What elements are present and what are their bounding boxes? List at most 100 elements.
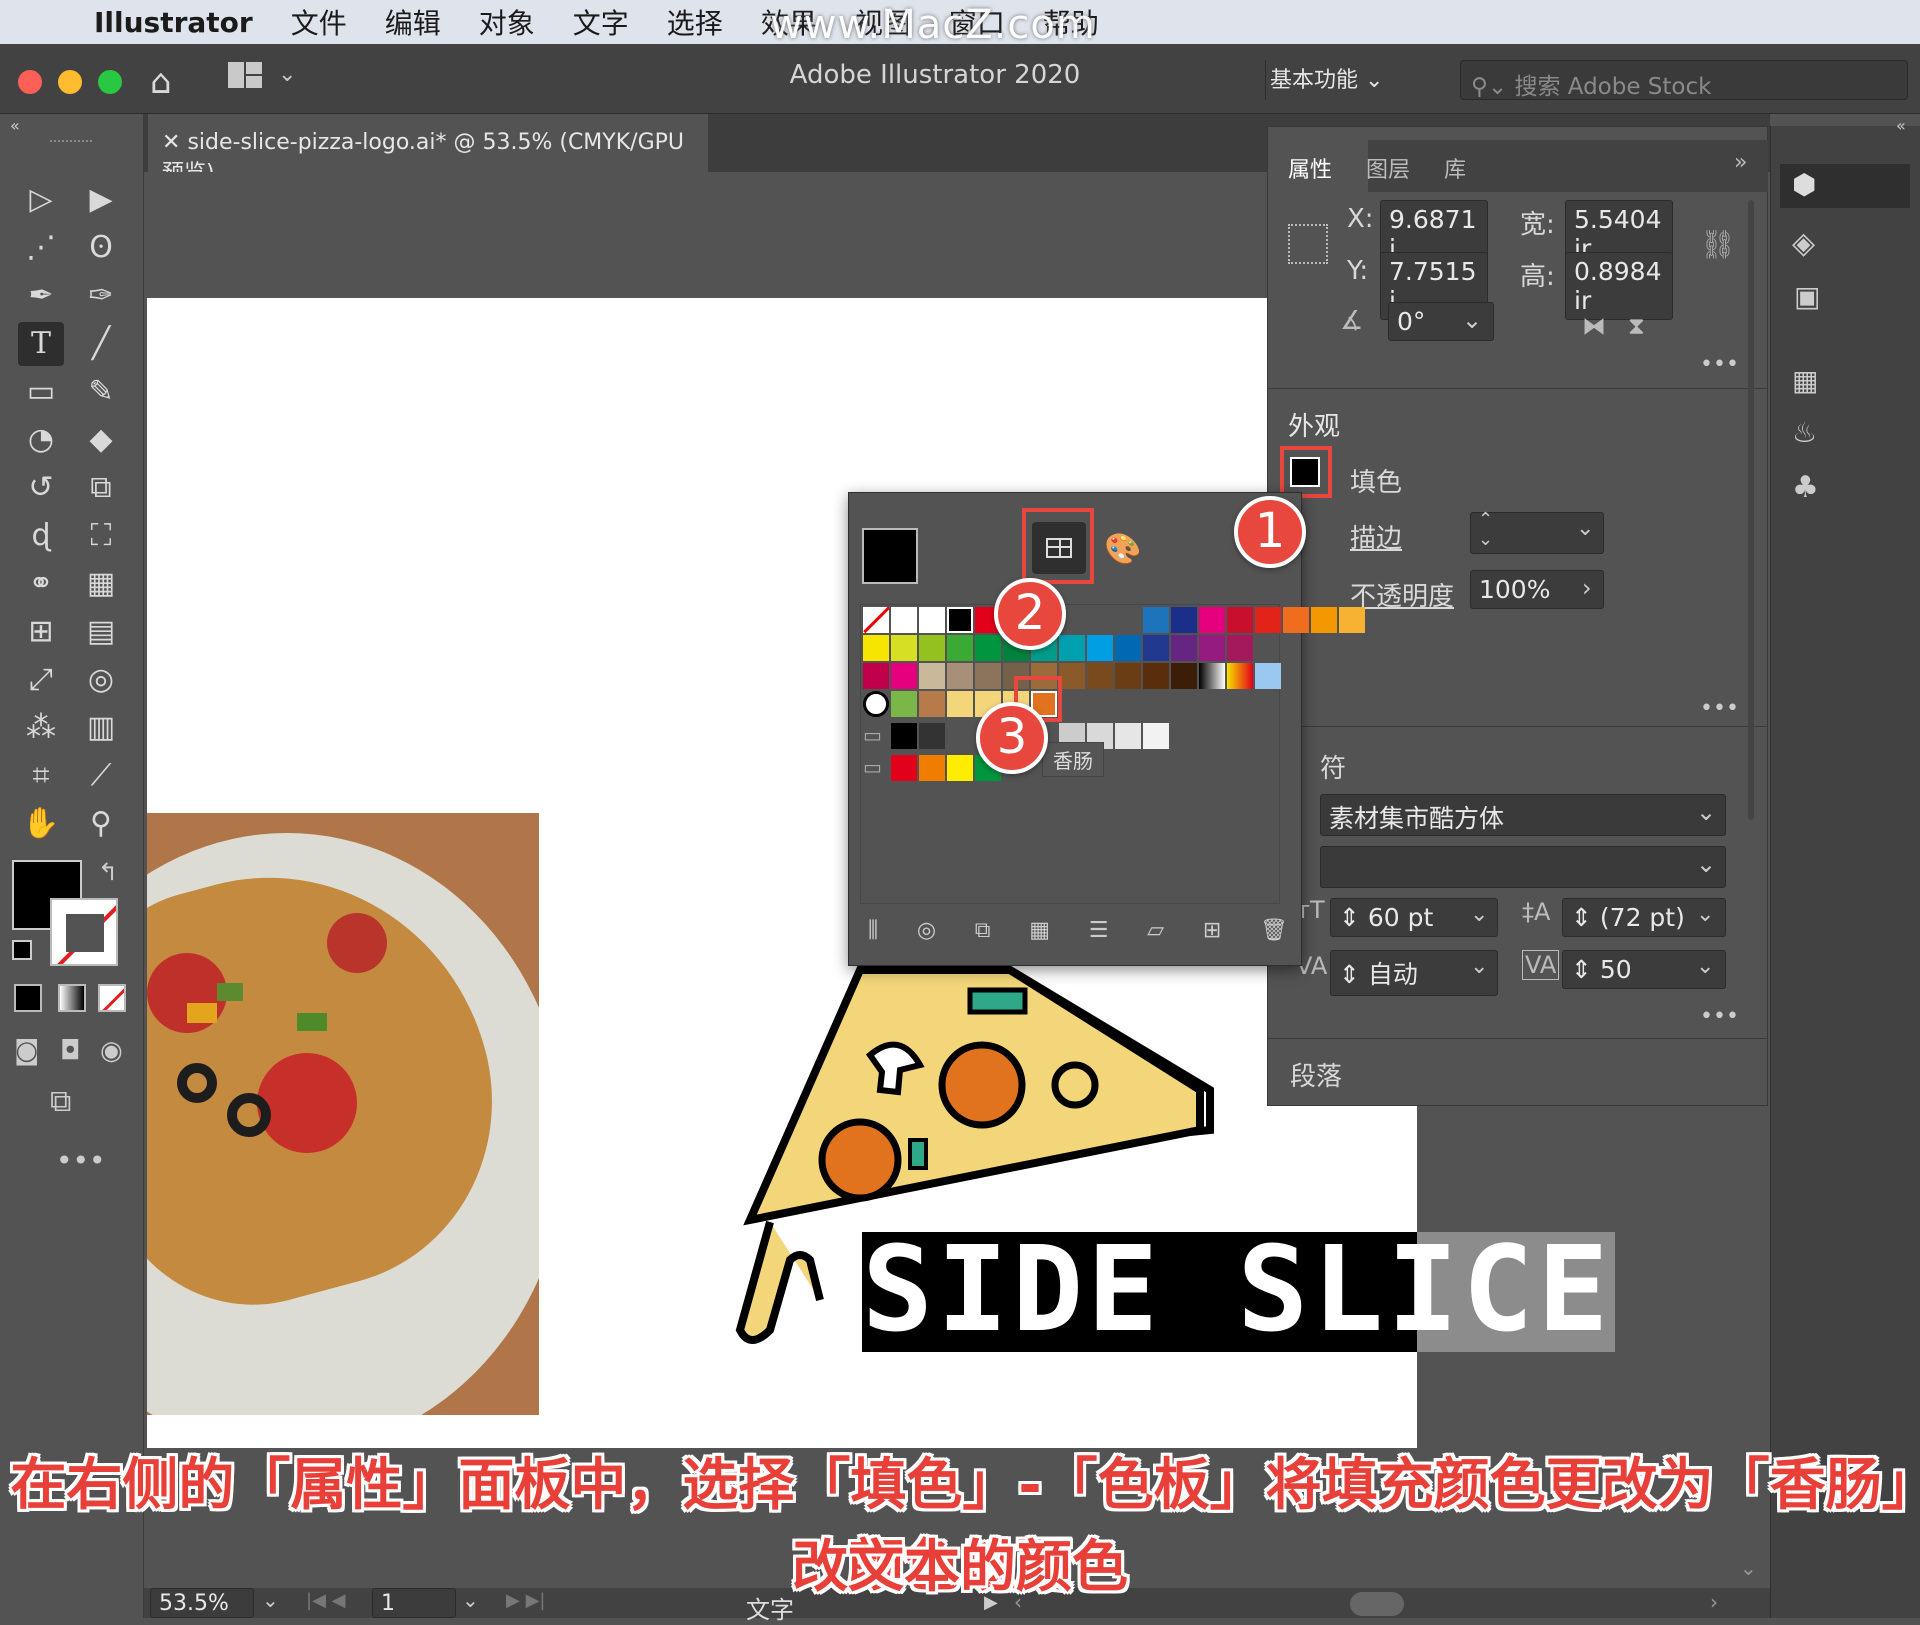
collapse-panel-icon[interactable]: « bbox=[10, 116, 20, 135]
height-input[interactable]: 0.8984 ir bbox=[1565, 252, 1673, 320]
eyedropper-tool-icon[interactable]: ⤢ bbox=[18, 658, 64, 702]
tab-properties[interactable]: 属性 bbox=[1288, 152, 1332, 184]
selection-tool-icon[interactable]: ▷ bbox=[18, 178, 64, 222]
menu-type[interactable]: 文字 bbox=[573, 2, 629, 42]
workspace-switcher[interactable]: 基本功能 ⌄ bbox=[1270, 62, 1383, 94]
magic-wand-tool-icon[interactable]: ⋰ bbox=[18, 226, 64, 270]
curvature-tool-icon[interactable]: ✑ bbox=[78, 274, 124, 318]
font-family-select[interactable]: 素材集市酷方体 bbox=[1320, 794, 1726, 836]
chevron-down-icon[interactable]: ⌄ bbox=[1470, 954, 1488, 979]
zoom-window-button[interactable] bbox=[98, 70, 122, 94]
swatch[interactable] bbox=[1227, 607, 1253, 633]
symbols-icon[interactable]: ♣ bbox=[1792, 470, 1819, 505]
swatch[interactable] bbox=[919, 663, 945, 689]
arrange-documents-icon[interactable] bbox=[228, 62, 264, 90]
free-transform-tool-icon[interactable]: ⛶ bbox=[78, 514, 124, 558]
warp-tool-icon[interactable]: ɖ bbox=[18, 514, 64, 558]
swatch[interactable] bbox=[1311, 607, 1337, 633]
stepper-icon[interactable]: ⌃ ⌄ bbox=[1478, 510, 1493, 550]
stock-search-input[interactable]: ⚲⌄ 搜索 Adobe Stock bbox=[1460, 60, 1908, 100]
show-kinds-icon[interactable]: ◎ bbox=[917, 918, 936, 943]
delete-icon[interactable]: 🗑 bbox=[1260, 918, 1288, 943]
stepper-icon[interactable]: ⇕ bbox=[1571, 903, 1600, 932]
dock-properties-button[interactable]: ⬢ bbox=[1780, 164, 1910, 208]
direct-selection-tool-icon[interactable]: ▶ bbox=[78, 178, 124, 222]
paintbrush-tool-icon[interactable]: ✎ bbox=[78, 370, 124, 414]
document-tab[interactable]: ✕ side-slice-pizza-logo.ai* @ 53.5% (CMY… bbox=[148, 114, 708, 186]
new-folder-icon[interactable]: ▱ bbox=[1147, 918, 1164, 943]
swatch-gradient[interactable] bbox=[1199, 663, 1225, 689]
stepper-icon[interactable]: ⇕ bbox=[1339, 960, 1368, 989]
menu-edit[interactable]: 编辑 bbox=[385, 2, 441, 42]
brushes-icon[interactable]: ♨ bbox=[1792, 416, 1817, 449]
swatch[interactable] bbox=[1087, 635, 1113, 661]
rotate-tool-icon[interactable]: ↺ bbox=[18, 466, 64, 510]
swatch-black[interactable] bbox=[947, 607, 973, 633]
swatch[interactable] bbox=[1143, 635, 1169, 661]
gradient-mode-icon[interactable] bbox=[58, 984, 86, 1012]
flip-vertical-icon[interactable]: ⧗ bbox=[1628, 312, 1645, 340]
swatch[interactable] bbox=[1171, 635, 1197, 661]
font-style-select[interactable] bbox=[1320, 846, 1726, 888]
swatch[interactable] bbox=[947, 635, 973, 661]
perspective-grid-tool-icon[interactable]: ▦ bbox=[78, 562, 124, 606]
swatch-registration[interactable] bbox=[891, 607, 917, 633]
swatches-panel-icon[interactable]: ▦ bbox=[1792, 364, 1818, 397]
swap-fill-stroke-icon[interactable]: ↰ bbox=[98, 858, 118, 886]
screen-mode-icon[interactable]: ⧉ bbox=[50, 1084, 71, 1119]
menu-select[interactable]: 选择 bbox=[667, 2, 723, 42]
libraries-icon[interactable]: ▣ bbox=[1794, 280, 1820, 313]
swatch[interactable] bbox=[1115, 635, 1141, 661]
color-mixer-icon[interactable]: 🎨 bbox=[1104, 532, 1141, 567]
constrain-proportions-icon[interactable]: ⛓ bbox=[1700, 228, 1736, 261]
scale-tool-icon[interactable]: ⧉ bbox=[78, 466, 124, 510]
opacity-label[interactable]: 不透明度 bbox=[1350, 576, 1454, 613]
flip-horizontal-icon[interactable]: ⧓ bbox=[1582, 312, 1606, 340]
swatch[interactable] bbox=[1199, 635, 1225, 661]
panel-grip[interactable] bbox=[50, 140, 92, 144]
panel-menu-icon[interactable]: » bbox=[1734, 150, 1747, 175]
stepper-icon[interactable]: ⇕ bbox=[1571, 955, 1600, 984]
more-tools-icon[interactable]: ••• bbox=[56, 1144, 106, 1177]
line-tool-icon[interactable]: ╱ bbox=[78, 322, 124, 366]
chevron-down-icon[interactable]: ⌄ bbox=[1696, 850, 1716, 878]
default-fill-stroke-icon[interactable] bbox=[12, 940, 32, 960]
swatch[interactable] bbox=[1087, 663, 1113, 689]
color-mode-icon[interactable] bbox=[14, 984, 42, 1012]
chevron-down-icon[interactable]: ⌄ bbox=[1470, 902, 1488, 927]
reference-point-icon[interactable] bbox=[1288, 224, 1328, 264]
swatch-pattern[interactable] bbox=[891, 691, 917, 717]
library-menu-icon[interactable]: ⫼ bbox=[868, 918, 878, 943]
fill-label[interactable]: 填色 bbox=[1350, 462, 1402, 499]
swatch[interactable] bbox=[975, 635, 1001, 661]
pizza-photo[interactable] bbox=[147, 813, 539, 1415]
new-swatch-icon[interactable]: ⊞ bbox=[1203, 918, 1221, 943]
draw-behind-icon[interactable]: ◘ bbox=[60, 1036, 81, 1066]
swatch-white[interactable] bbox=[919, 607, 945, 633]
swatch[interactable] bbox=[1143, 723, 1169, 749]
swatch-gradient[interactable] bbox=[1227, 663, 1253, 689]
swatch[interactable] bbox=[891, 635, 917, 661]
chevron-down-icon[interactable]: ⌄ bbox=[1696, 954, 1714, 979]
more-options-icon[interactable]: ••• bbox=[1700, 696, 1739, 721]
more-options-icon[interactable]: ••• bbox=[1700, 352, 1739, 377]
stroke-swatch[interactable] bbox=[50, 898, 118, 966]
none-mode-icon[interactable] bbox=[98, 984, 126, 1012]
swatch-cheese[interactable] bbox=[947, 691, 973, 717]
pen-tool-icon[interactable]: ✒ bbox=[18, 274, 64, 318]
chevron-down-icon[interactable]: ⌄ bbox=[1696, 798, 1716, 826]
swatch[interactable] bbox=[947, 663, 973, 689]
swatch[interactable] bbox=[919, 635, 945, 661]
swatch[interactable] bbox=[1171, 607, 1197, 633]
rectangle-tool-icon[interactable]: ▭ bbox=[18, 370, 64, 414]
layers-icon[interactable]: ◈ bbox=[1792, 226, 1815, 261]
chevron-down-icon[interactable]: ⌄ bbox=[1696, 902, 1714, 927]
artboard-tool-icon[interactable]: ⌗ bbox=[18, 754, 64, 798]
stroke-label[interactable]: 描边 bbox=[1350, 518, 1402, 555]
panel-scrollbar[interactable] bbox=[1748, 200, 1754, 820]
draw-inside-icon[interactable]: ◉ bbox=[100, 1036, 123, 1066]
swatch[interactable] bbox=[1115, 723, 1141, 749]
menu-app[interactable]: Illustrator bbox=[94, 6, 253, 39]
home-icon[interactable]: ⌂ bbox=[150, 62, 172, 102]
logo-text[interactable]: SIDE SLICE bbox=[862, 1230, 1622, 1350]
